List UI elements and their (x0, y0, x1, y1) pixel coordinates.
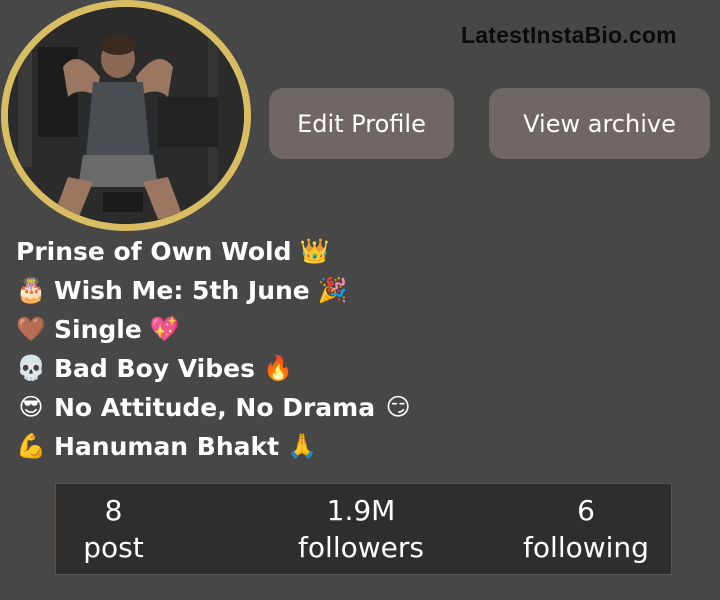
bio-text: Single (54, 315, 142, 344)
crown-icon: 👑 (299, 237, 330, 265)
followers-label: followers (298, 531, 424, 564)
gym-photo-image (8, 7, 244, 224)
edit-profile-button[interactable]: Edit Profile (269, 88, 454, 159)
bio-text: Prinse of Own Wold (16, 237, 292, 266)
followers-stat[interactable]: 1.9M followers (286, 484, 436, 574)
bio-line-attitude: 😎 No Attitude, No Drama 😏 (16, 388, 413, 427)
bio-line-devotion: 💪 Hanuman Bhakt 🙏 (16, 427, 413, 466)
sunglasses-face-icon: 😎 (18, 393, 44, 421)
profile-avatar[interactable] (1, 0, 251, 231)
bio-text: Hanuman Bhakt (54, 432, 280, 461)
flexed-biceps-icon: 💪 (16, 432, 46, 460)
folded-hands-icon: 🙏 (287, 432, 318, 460)
skull-icon: 💀 (16, 354, 46, 382)
sparkling-heart-icon: 💖 (149, 315, 180, 343)
fire-icon: 🔥 (263, 354, 293, 382)
bio-text: No Attitude, No Drama (54, 393, 376, 422)
posts-stat[interactable]: 8 post (56, 484, 171, 574)
birthday-cake-icon: 🎂 (16, 276, 46, 304)
following-label: following (523, 531, 649, 564)
view-archive-button[interactable]: View archive (489, 88, 710, 159)
watermark-text: LatestInstaBio.com (461, 22, 677, 48)
brown-heart-icon: 🤎 (16, 315, 46, 343)
smirk-face-icon: 😏 (385, 393, 411, 421)
posts-count: 8 (104, 494, 123, 527)
bio-list: Prinse of Own Wold 👑 🎂 Wish Me: 5th June… (16, 232, 413, 466)
avatar-photo (8, 7, 244, 224)
bio-text: Wish Me: 5th June (54, 276, 310, 305)
bio-line-name: Prinse of Own Wold 👑 (16, 232, 413, 271)
bio-text: Bad Boy Vibes (54, 354, 255, 383)
posts-label: post (83, 531, 144, 564)
stats-panel: 8 post 1.9M followers 6 following (55, 483, 672, 575)
bio-line-vibes: 💀 Bad Boy Vibes 🔥 (16, 349, 413, 388)
followers-count: 1.9M (326, 494, 396, 527)
following-count: 6 (577, 494, 595, 527)
bio-line-birthday: 🎂 Wish Me: 5th June 🎉 (16, 271, 413, 310)
following-stat[interactable]: 6 following (511, 484, 661, 574)
bio-line-status: 🤎 Single 💖 (16, 310, 413, 349)
party-popper-icon: 🎉 (317, 276, 348, 304)
